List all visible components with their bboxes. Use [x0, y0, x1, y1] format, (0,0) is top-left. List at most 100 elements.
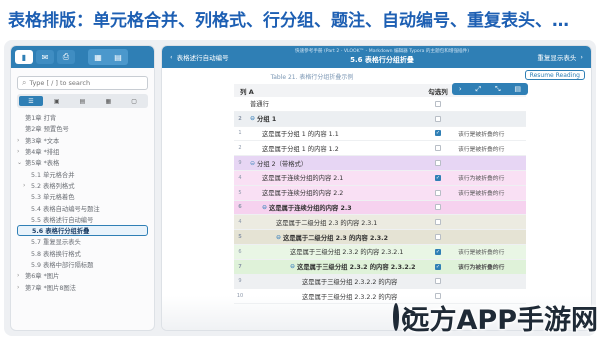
- layout-icon[interactable]: ▦: [89, 50, 107, 64]
- toc-item[interactable]: 第1章 打背: [17, 112, 154, 123]
- toc-item[interactable]: 5.8 表格换行格式: [17, 248, 154, 259]
- checkbox[interactable]: [435, 234, 441, 241]
- cell-text: 这是属于分组 1 的内容 1.2: [262, 145, 339, 153]
- print-icon[interactable]: ⎙: [57, 50, 75, 64]
- sidebar-icon[interactable]: ▮: [15, 50, 33, 64]
- app-window: ▮ ✉ ⎙ ▦ ▤ ⌕ ☰ ▣ ▤ ▦ ▢ 第1章 打背第2章 预置色号›第3章…: [4, 40, 596, 336]
- image-icon[interactable]: ▣: [45, 96, 69, 106]
- toc-icon[interactable]: ☰: [19, 96, 43, 106]
- expand-icon[interactable]: ⤢: [476, 85, 482, 94]
- resume-reading-button[interactable]: Resume Reading: [524, 70, 585, 80]
- checkbox[interactable]: [435, 115, 441, 122]
- table-row[interactable]: 1 这是属于分组 1 的内容 1.1 ✓ 该行是被折叠的行: [234, 126, 526, 142]
- checkbox[interactable]: ✓: [435, 248, 441, 255]
- cell-col-a: 5 ⊖ 这是属于二级分组 2.3 的内容 2.3.2: [234, 233, 424, 242]
- prev-section-link[interactable]: ‹ 表格述行自动编号: [170, 52, 229, 62]
- header-col-a[interactable]: 列 A: [234, 84, 424, 97]
- table-view-icon[interactable]: ▤: [514, 85, 521, 93]
- cell-col-a: 9 这是属于三级分组 2.3.2.2 的内容: [234, 277, 424, 286]
- toc-item[interactable]: › 5.2 表格列格式: [17, 180, 154, 191]
- chevron-icon[interactable]: ›: [17, 284, 25, 291]
- row-index: 9: [238, 278, 242, 285]
- toc-item[interactable]: › 第3章 *文本: [17, 135, 154, 146]
- toc-item[interactable]: 5.3 单元格着色: [17, 191, 154, 202]
- cell-text: 这是属于连续分组的内容 2.3: [269, 204, 352, 212]
- next-section-link[interactable]: 重复显示表头 ›: [537, 52, 583, 62]
- toc-item[interactable]: › 第6章 *图片: [17, 270, 154, 281]
- collapse-toggle-icon[interactable]: ⊖: [276, 234, 281, 241]
- cell-col-a: 普通行: [234, 99, 424, 108]
- cell-col-a: 6 这是属于三级分组 2.3.2 的内容 2.3.2.1: [234, 247, 424, 257]
- collapse-toggle-icon[interactable]: ⊖: [250, 160, 255, 167]
- table-row[interactable]: 5 这是属于连续分组的内容 2.2 该行是被折叠的行: [234, 185, 526, 201]
- chevron-icon[interactable]: ›: [23, 182, 31, 189]
- toc-item-label: 5.4 表格自动编号与题注: [31, 205, 100, 213]
- toc-item-label: 第6章 *图片: [25, 273, 60, 281]
- watermark-logo-icon: [392, 303, 418, 331]
- table-row[interactable]: 2 ⊖ 分组 1: [234, 111, 526, 127]
- checkbox[interactable]: [435, 145, 441, 152]
- toc-item[interactable]: 5.7 重复显示表头: [17, 236, 154, 247]
- collapse-icon[interactable]: ⤡: [495, 85, 501, 94]
- table-row[interactable]: 普通行: [234, 97, 526, 112]
- main-panel: ‹ 表格述行自动编号 快速参考手册 (Part 2 - VLOOK™ - Mar…: [161, 45, 592, 331]
- cell-col-a: 9 ⊖ 分组 2（带格式）: [234, 159, 424, 168]
- checkbox[interactable]: ✓: [435, 130, 441, 137]
- table-row[interactable]: 6 这是属于三级分组 2.3.2 的内容 2.3.2.1 ✓ 该行是被折叠的行: [234, 244, 526, 260]
- toc-item[interactable]: 5.4 表格自动编号与题注: [17, 202, 154, 213]
- checkbox[interactable]: ✓: [435, 174, 441, 181]
- toc-item[interactable]: 5.9 表格中部行隔标题: [17, 259, 154, 270]
- checkbox[interactable]: [435, 219, 441, 226]
- prev-section-label: 表格述行自动编号: [176, 54, 229, 62]
- cell-text: 这是属于三级分组 2.3.2 的内容 2.3.2.2: [297, 264, 416, 272]
- toc-item[interactable]: ⌄ 第5章 *表格: [17, 157, 154, 168]
- cell-col-a: 4 这是属于连续分组的内容 2.1: [234, 173, 424, 183]
- checkbox[interactable]: [435, 100, 441, 107]
- toc-item[interactable]: › 第4章 *排组: [17, 146, 154, 157]
- toc-item[interactable]: 5.5 表格述行自动编号: [17, 214, 154, 225]
- checkbox[interactable]: ✓: [435, 263, 441, 270]
- collapse-toggle-icon[interactable]: ⊖: [262, 204, 267, 211]
- toc-item[interactable]: 第2章 预置色号: [17, 123, 154, 134]
- row-index: 6: [238, 248, 242, 255]
- table-row[interactable]: 7 ⊖ 这是属于三级分组 2.3.2 的内容 2.3.2.2 ✓ 该行为被折叠的行: [234, 259, 526, 275]
- toc-item[interactable]: › 第7章 *图片8图法: [17, 281, 154, 292]
- table-row[interactable]: 9 这是属于三级分组 2.3.2.2 的内容: [234, 274, 526, 290]
- toc-item-label: 第5章 *表格: [25, 160, 60, 168]
- toc-item-label: 第1章 打背: [25, 115, 57, 123]
- table-row[interactable]: 6 ⊖ 这是属于连续分组的内容 2.3: [234, 200, 526, 216]
- toc-item-label: 5.8 表格换行格式: [31, 250, 81, 258]
- list-icon[interactable]: ▤: [71, 96, 95, 106]
- chevron-icon[interactable]: ›: [17, 137, 25, 144]
- table-row[interactable]: 4 这是属于二级分组 2.3 的内容 2.3.1: [234, 215, 526, 231]
- toc-item[interactable]: 5.6 表格行分组折叠: [17, 224, 148, 237]
- chevron-right-icon[interactable]: ›: [459, 85, 462, 93]
- collapse-toggle-icon[interactable]: ⊖: [250, 115, 255, 122]
- table-row[interactable]: 2 这是属于分组 1 的内容 1.2 该行是被折叠的行: [234, 141, 526, 157]
- cell-text: 这是属于分组 1 的内容 1.1: [262, 130, 339, 138]
- checkbox[interactable]: [435, 160, 441, 167]
- checkbox[interactable]: [435, 278, 441, 285]
- chevron-icon[interactable]: ›: [17, 148, 25, 155]
- cell-text: 这是属于二级分组 2.3 的内容 2.3.2: [283, 234, 388, 242]
- collapse-toggle-icon[interactable]: ⊖: [290, 263, 295, 270]
- mail-icon[interactable]: ✉: [36, 50, 54, 64]
- search-input[interactable]: [29, 79, 143, 87]
- checkbox[interactable]: [435, 204, 441, 211]
- table-row[interactable]: 5 ⊖ 这是属于二级分组 2.3 的内容 2.3.2: [234, 230, 526, 245]
- table-body: 普通行 2 ⊖ 分组 1 1 这是属于分组 1 的内容 1.1 ✓ 该行是被折叠的行 2 这是属于…: [234, 97, 526, 305]
- header-col-check[interactable]: 勾选列: [424, 84, 452, 97]
- table-row[interactable]: 9 ⊖ 分组 2（带格式）: [234, 156, 526, 171]
- grid-icon[interactable]: ▦: [96, 96, 120, 106]
- chevron-left-icon: ‹: [170, 53, 173, 61]
- table-row[interactable]: 4 这是属于连续分组的内容 2.1 ✓ 该行为被折叠的行: [234, 170, 526, 186]
- chevron-icon[interactable]: ›: [17, 272, 25, 279]
- cell-col-a: 7 ⊖ 这是属于三级分组 2.3.2 的内容 2.3.2.2: [234, 262, 424, 271]
- toc-item-label: 5.9 表格中部行隔标题: [31, 262, 94, 269]
- split-icon[interactable]: ▤: [109, 50, 127, 64]
- cell-note: 该行是被折叠的行: [458, 146, 505, 153]
- toc-item[interactable]: 5.1 单元格合并: [17, 168, 154, 179]
- checkbox[interactable]: [435, 189, 441, 196]
- chevron-icon[interactable]: ⌄: [17, 159, 25, 166]
- settings-icon[interactable]: ▢: [122, 96, 146, 106]
